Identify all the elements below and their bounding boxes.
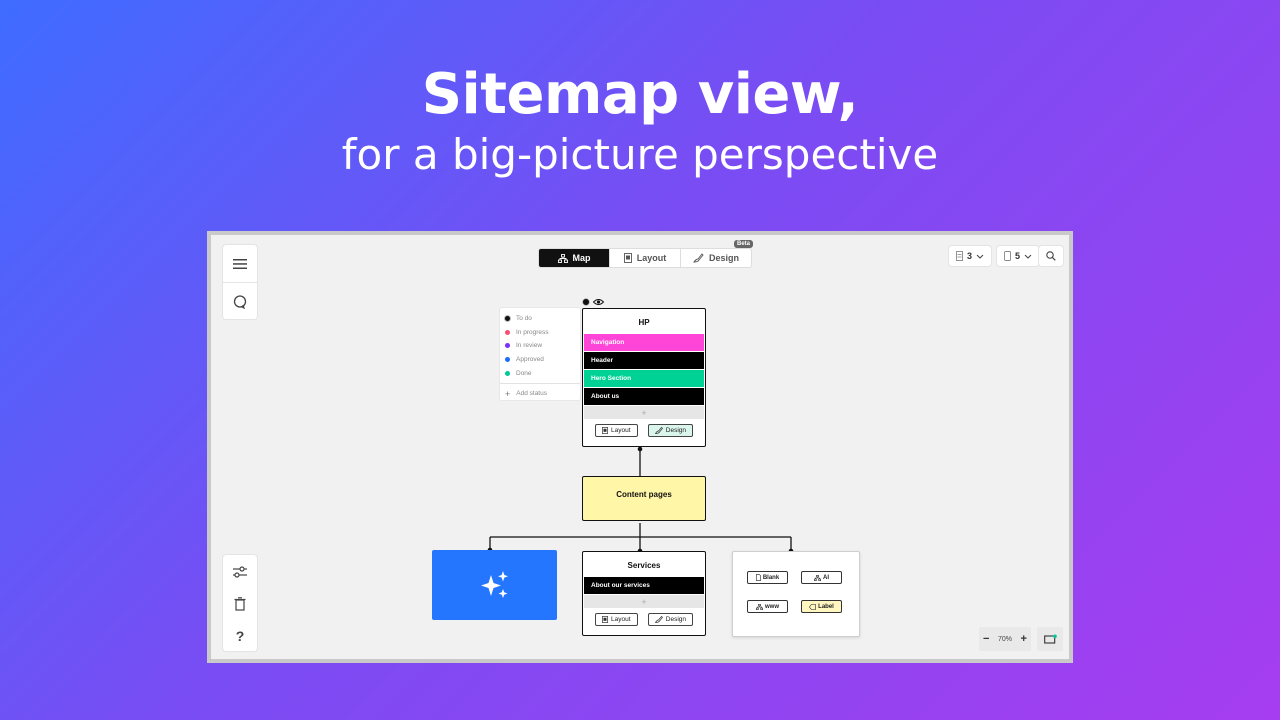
design-button[interactable]: Design [647,613,693,626]
template-www-button[interactable]: www [747,600,788,613]
section-about-us[interactable]: About us [584,388,704,405]
ai-generate-card[interactable] [432,550,557,620]
blank-page-icon [755,574,761,581]
layout-button[interactable]: Layout [595,424,638,437]
template-blank-button[interactable]: Blank [747,571,788,584]
status-menu: To do In progress In review Approved Don… [500,308,580,400]
status-dot [505,370,510,376]
design-icon [654,616,663,623]
status-label: Done [516,369,532,377]
app-window: ? Map Layout Design Beta 3 5 To do In pr… [207,231,1073,663]
layout-label: Layout [611,427,631,434]
status-label: Approved [516,356,544,364]
page-card-hp[interactable]: HP Navigation Header Hero Section About … [582,308,706,447]
status-dot-icon[interactable] [582,298,590,306]
status-item-done[interactable]: Done [500,366,580,380]
page-title: Services [627,561,661,570]
layout-button[interactable]: Layout [595,613,638,626]
layout-label: Layout [611,616,631,623]
status-label: In progress [516,328,549,336]
eye-icon[interactable] [593,298,604,306]
add-section-button[interactable]: + [584,595,704,608]
template-label-button[interactable]: Label [801,600,842,613]
layout-icon [602,616,608,623]
status-label: To do [516,315,532,323]
hero-subtitle: for a big-picture perspective [341,130,939,179]
template-ai-button[interactable]: AI [801,571,842,584]
new-page-template-card: Blank AI www Label [732,551,860,637]
add-status-label: Add status [516,390,547,398]
card-actions: Layout Design [583,424,705,437]
sitemap-icon [814,574,821,581]
status-dot [505,343,510,349]
sparkles-icon [480,571,508,598]
add-status-button[interactable]: + Add status [500,382,580,401]
section-hero[interactable]: Hero Section [584,370,704,387]
label-tag-icon [809,603,817,610]
section-about-services[interactable]: About our services [584,577,704,594]
template-label: Label [818,603,834,610]
status-dot [505,329,510,335]
status-item-approved[interactable]: Approved [500,353,580,367]
template-label: www [764,603,779,610]
template-label: AI [823,574,829,581]
status-item-in-progress[interactable]: In progress [500,326,580,340]
zoom-out-button[interactable]: − [983,633,989,645]
design-icon [654,427,663,434]
sitemap-icon [755,603,763,610]
card-actions: Layout Design [583,613,705,626]
zoom-level: 70% [997,635,1012,643]
hero-title: Sitemap view, [421,62,859,127]
status-item-todo[interactable]: To do [500,312,580,326]
design-label: Design [665,427,686,434]
status-dot [505,316,510,322]
design-button[interactable]: Design [647,424,693,437]
page-card-services[interactable]: Services About our services + Layout Des… [582,551,706,636]
status-item-in-review[interactable]: In review [500,339,580,353]
fit-screen-icon [1043,634,1057,644]
zoom-in-button[interactable]: + [1021,633,1027,645]
section-navigation[interactable]: Navigation [584,334,704,351]
zoom-controls: − 70% + [979,627,1031,651]
status-label: In review [516,342,543,350]
page-card-content-pages[interactable]: Content pages [582,476,706,521]
design-label: Design [665,616,686,623]
status-dot [505,357,510,363]
template-label: Blank [762,574,780,581]
page-title: HP [638,318,650,327]
section-header[interactable]: Header [584,352,704,369]
layout-icon [602,427,608,434]
add-section-button[interactable]: + [584,406,704,419]
plus-icon: + [505,388,511,399]
fit-to-screen-button[interactable] [1037,627,1063,651]
page-title: Content pages [616,490,672,499]
